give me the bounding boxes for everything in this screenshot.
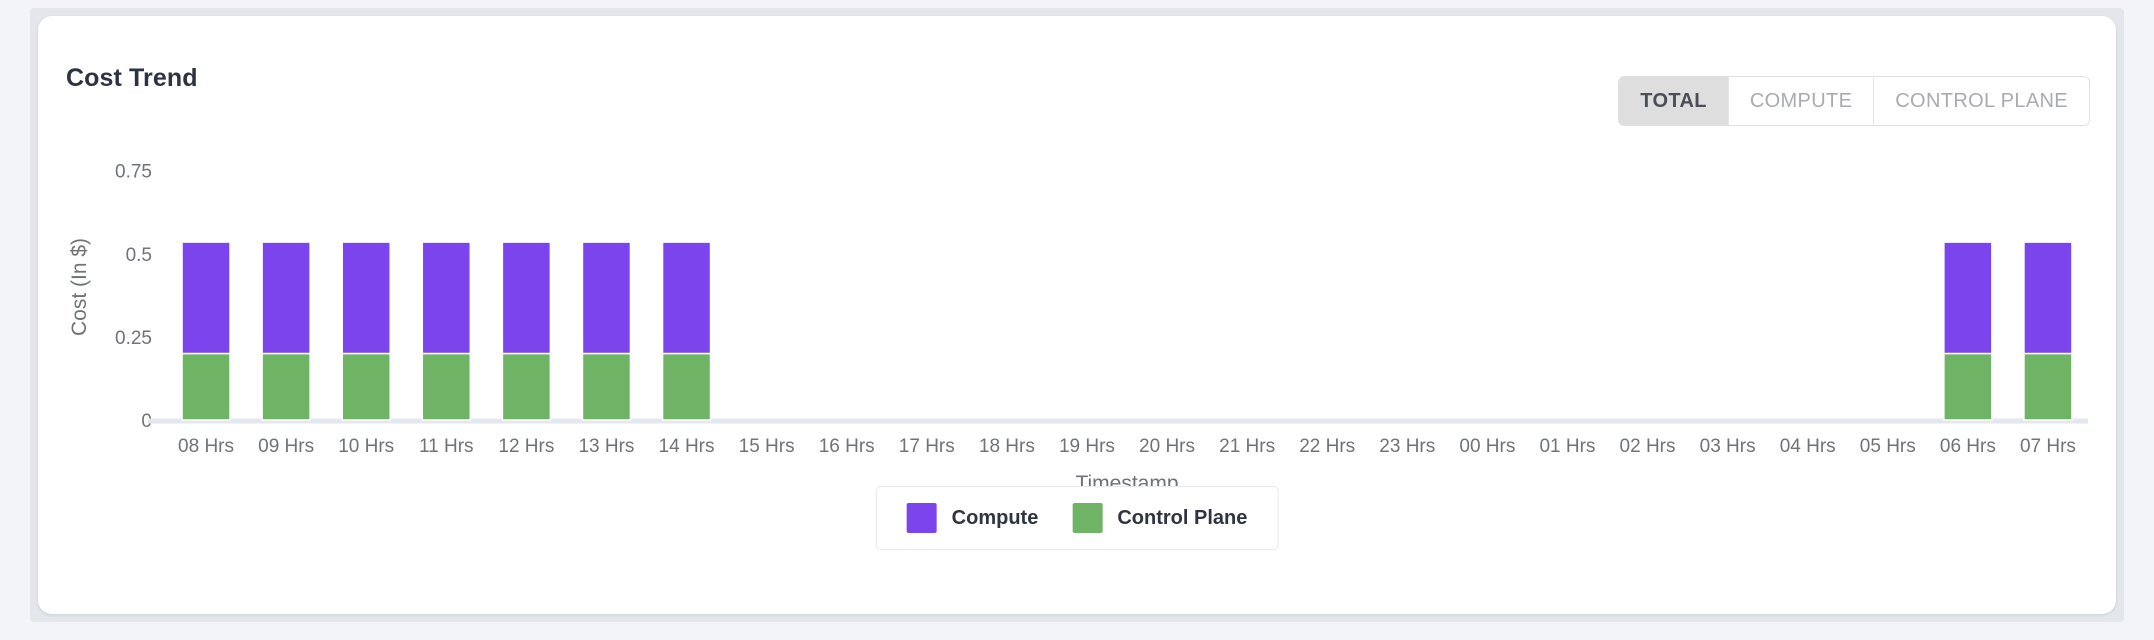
x-axis-tick-label: 21 Hrs — [1219, 436, 1275, 457]
y-axis-tick-label: 0.75 — [115, 162, 152, 183]
x-axis-tick-label: 04 Hrs — [1780, 436, 1836, 457]
legend-label-compute: Compute — [951, 506, 1039, 529]
x-axis-tick-label: 20 Hrs — [1139, 436, 1195, 457]
x-axis-tick-label: 23 Hrs — [1379, 436, 1435, 457]
x-axis-tick-label: 16 Hrs — [819, 436, 875, 457]
legend-item-control-plane[interactable]: Control Plane — [1072, 503, 1247, 533]
bar-segment[interactable] — [501, 241, 552, 355]
legend-swatch-control-plane — [1072, 503, 1103, 533]
x-axis-tick-label: 13 Hrs — [578, 436, 634, 457]
legend-item-compute[interactable]: Compute — [906, 503, 1039, 533]
x-axis-tick-label: 03 Hrs — [1700, 436, 1756, 457]
bar-segment[interactable] — [2023, 352, 2073, 421]
bar-segment[interactable] — [421, 241, 472, 355]
bar-segment[interactable] — [581, 241, 632, 355]
bar-segment[interactable] — [2023, 241, 2073, 355]
x-axis-tick-label: 22 Hrs — [1299, 436, 1355, 457]
x-axis-tick-label: 07 Hrs — [2020, 436, 2076, 457]
x-axis-tick-label: 08 Hrs — [178, 436, 234, 457]
x-axis-tick-label: 14 Hrs — [659, 436, 715, 457]
y-axis-title: Cost (In $) — [68, 238, 91, 336]
toggle-button-total[interactable]: TOTAL — [1619, 77, 1729, 125]
x-axis-tick-label: 17 Hrs — [899, 436, 955, 457]
legend-swatch-compute — [906, 503, 937, 533]
y-axis-tick-label: 0.5 — [126, 245, 152, 266]
x-axis-tick-label: 10 Hrs — [338, 436, 394, 457]
bar-segment[interactable] — [261, 241, 311, 355]
bar-segment[interactable] — [661, 352, 712, 421]
x-axis-tick-label: 12 Hrs — [498, 436, 554, 457]
x-axis-tick-label: 19 Hrs — [1059, 436, 1115, 457]
toggle-button-control-plane[interactable]: CONTROL PLANE — [1874, 77, 2089, 125]
bar-segment[interactable] — [1943, 352, 1993, 421]
x-axis-tick-label: 05 Hrs — [1860, 436, 1916, 457]
x-axis-tick-label: 00 Hrs — [1459, 436, 1515, 457]
x-axis-tick-label: 02 Hrs — [1620, 436, 1676, 457]
x-axis-tick-label: 09 Hrs — [258, 436, 314, 457]
chart-legend: Compute Control Plane — [875, 486, 1279, 550]
bar-segment[interactable] — [421, 352, 472, 421]
x-axis-tick-label: 11 Hrs — [419, 436, 474, 457]
bar-segment[interactable] — [261, 352, 311, 421]
bar-segment[interactable] — [181, 352, 231, 421]
bar-segment[interactable] — [1943, 241, 1993, 355]
view-toggle-group[interactable]: TOTAL COMPUTE CONTROL PLANE — [1618, 76, 2090, 126]
bar-segment[interactable] — [181, 241, 231, 355]
bar-segment[interactable] — [501, 352, 552, 421]
cost-trend-card: Cost Trend TOTAL COMPUTE CONTROL PLANE 0… — [38, 16, 2116, 614]
x-axis-tick-label: 06 Hrs — [1940, 436, 1996, 457]
page-title: Cost Trend — [66, 64, 198, 92]
bar-segment[interactable] — [661, 241, 712, 355]
toggle-button-compute[interactable]: COMPUTE — [1728, 77, 1875, 125]
bar-segment[interactable] — [581, 352, 632, 421]
card-header: Cost Trend TOTAL COMPUTE CONTROL PLANE — [38, 16, 2116, 134]
legend-label-control-plane: Control Plane — [1117, 506, 1248, 529]
x-axis-tick-label: 15 Hrs — [739, 436, 795, 457]
chart-area: 0 0.25 0.5 0.75 Cost (In $) 08 Hrs 09 Hrs 10 Hr… — [38, 134, 2116, 614]
y-axis-tick-label: 0.25 — [115, 328, 152, 349]
page-background: Cost Trend TOTAL COMPUTE CONTROL PLANE 0… — [0, 0, 2154, 640]
bar-segment[interactable] — [341, 241, 391, 355]
x-axis-tick-label: 01 Hrs — [1539, 436, 1595, 457]
bar-segment[interactable] — [341, 352, 391, 421]
x-axis-tick-label: 18 Hrs — [979, 436, 1035, 457]
